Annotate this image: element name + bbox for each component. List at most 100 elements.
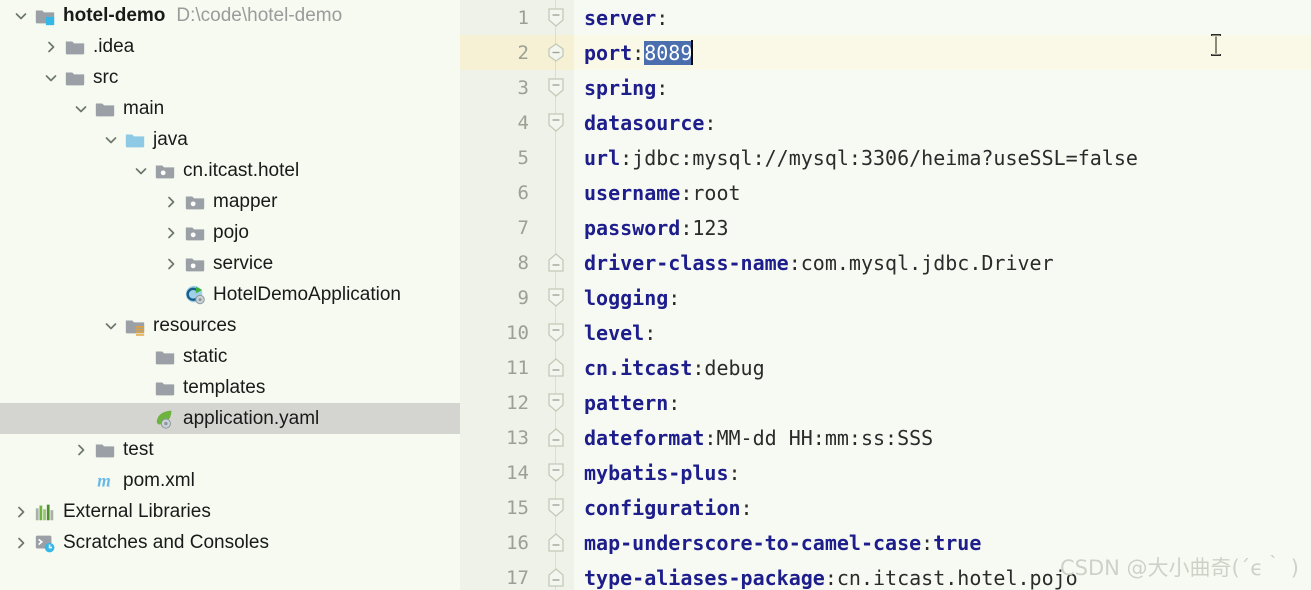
code-text[interactable]: type-aliases-package: cn.itcast.hotel.po… — [574, 560, 1311, 590]
maven-icon: m — [92, 470, 118, 492]
fold-start-icon[interactable] — [538, 280, 574, 315]
tree-spacer — [160, 284, 182, 306]
tree-item-templates[interactable]: templates — [0, 372, 460, 403]
fold-start-icon[interactable] — [538, 385, 574, 420]
tree-item-label: cn.itcast.hotel — [183, 161, 299, 180]
chevron-down-icon[interactable] — [40, 67, 62, 89]
tree-item-mapper[interactable]: mapper — [0, 186, 460, 217]
code-text[interactable]: level: — [574, 315, 1311, 350]
chevron-down-icon[interactable] — [100, 315, 122, 337]
fold-start-icon[interactable] — [538, 0, 574, 35]
tree-item-label: test — [123, 440, 154, 459]
tree-spacer — [130, 408, 152, 430]
fold-start-icon[interactable] — [538, 70, 574, 105]
tree-item-label: resources — [153, 316, 236, 335]
fold-end-icon[interactable] — [538, 525, 574, 560]
code-text[interactable]: port: 8089 — [574, 35, 1311, 70]
line-number: 15 — [460, 490, 538, 525]
code-line[interactable]: 6 username: root — [460, 175, 1311, 210]
tree-spacer — [70, 470, 92, 492]
tree-item-service[interactable]: service — [0, 248, 460, 279]
tree-item-main[interactable]: main — [0, 93, 460, 124]
fold-start-icon[interactable] — [538, 315, 574, 350]
chevron-right-icon[interactable] — [160, 222, 182, 244]
fold-gutter — [538, 175, 574, 210]
fold-end-icon[interactable] — [538, 350, 574, 385]
code-line[interactable]: 4 datasource: — [460, 105, 1311, 140]
chevron-down-icon[interactable] — [10, 5, 32, 27]
code-text[interactable]: server: — [574, 0, 1311, 35]
code-text[interactable]: pattern: — [574, 385, 1311, 420]
code-text[interactable]: password: 123 — [574, 210, 1311, 245]
tree-item-cn-itcast-hotel[interactable]: cn.itcast.hotel — [0, 155, 460, 186]
tree-item-scratches-and-consoles[interactable]: Scratches and Consoles — [0, 527, 460, 558]
code-line[interactable]: 7 password: 123 — [460, 210, 1311, 245]
chevron-right-icon[interactable] — [10, 501, 32, 523]
code-text[interactable]: datasource: — [574, 105, 1311, 140]
tree-item-src[interactable]: src — [0, 62, 460, 93]
tree-item-java[interactable]: java — [0, 124, 460, 155]
code-line[interactable]: 14 mybatis-plus: — [460, 455, 1311, 490]
text-caret — [691, 40, 693, 65]
code-line[interactable]: 8 driver-class-name: com.mysql.jdbc.Driv… — [460, 245, 1311, 280]
code-editor[interactable]: 1 server:2 port: 80893spring:4 datasource… — [460, 0, 1311, 590]
code-line[interactable]: 15 configuration: — [460, 490, 1311, 525]
fold-start-icon[interactable] — [538, 105, 574, 140]
code-line[interactable]: 1 server: — [460, 0, 1311, 35]
tree-spacer — [130, 346, 152, 368]
chevron-right-icon[interactable] — [10, 532, 32, 554]
line-number: 1 — [460, 0, 538, 35]
tree-item-hoteldemoapplication[interactable]: HotelDemoApplication — [0, 279, 460, 310]
code-line[interactable]: 10 level: — [460, 315, 1311, 350]
code-line[interactable]: 17 type-aliases-package: cn.itcast.hotel… — [460, 560, 1311, 590]
tree-item-external-libraries[interactable]: External Libraries — [0, 496, 460, 527]
code-text[interactable]: url: jdbc:mysql://mysql:3306/heima?useSS… — [574, 140, 1311, 175]
fold-start-icon[interactable] — [538, 490, 574, 525]
chevron-right-icon[interactable] — [40, 36, 62, 58]
fold-both-icon[interactable] — [538, 35, 574, 70]
tree-item-pojo[interactable]: pojo — [0, 217, 460, 248]
tree-item-label: HotelDemoApplication — [213, 285, 401, 304]
code-line[interactable]: 11 cn.itcast: debug — [460, 350, 1311, 385]
code-line[interactable]: 5 url: jdbc:mysql://mysql:3306/heima?use… — [460, 140, 1311, 175]
code-lines[interactable]: 1 server:2 port: 80893spring:4 datasource… — [460, 0, 1311, 590]
fold-end-icon[interactable] — [538, 560, 574, 590]
code-text[interactable]: username: root — [574, 175, 1311, 210]
fold-end-icon[interactable] — [538, 420, 574, 455]
line-number: 14 — [460, 455, 538, 490]
chevron-right-icon[interactable] — [160, 191, 182, 213]
tree-item-static[interactable]: static — [0, 341, 460, 372]
chevron-down-icon[interactable] — [70, 98, 92, 120]
code-text[interactable]: mybatis-plus: — [574, 455, 1311, 490]
code-line[interactable]: 2 port: 8089 — [460, 35, 1311, 70]
code-text[interactable]: logging: — [574, 280, 1311, 315]
chevron-down-icon[interactable] — [130, 160, 152, 182]
chevron-right-icon[interactable] — [70, 439, 92, 461]
code-text[interactable]: spring: — [574, 70, 1311, 105]
code-text[interactable]: map-underscore-to-camel-case: true — [574, 525, 1311, 560]
chevron-right-icon[interactable] — [160, 253, 182, 275]
code-line[interactable]: 16 map-underscore-to-camel-case: true — [460, 525, 1311, 560]
line-number: 12 — [460, 385, 538, 420]
tree-item-hotel-demo[interactable]: hotel-demoD:\code\hotel-demo — [0, 0, 460, 31]
code-text[interactable]: dateformat: MM-dd HH:mm:ss:SSS — [574, 420, 1311, 455]
fold-start-icon[interactable] — [538, 455, 574, 490]
chevron-down-icon[interactable] — [100, 129, 122, 151]
fold-end-icon[interactable] — [538, 245, 574, 280]
line-number: 17 — [460, 560, 538, 590]
tree-item-pom-xml[interactable]: mpom.xml — [0, 465, 460, 496]
tree-item-application-yaml[interactable]: application.yaml — [0, 403, 460, 434]
tree-item-test[interactable]: test — [0, 434, 460, 465]
code-text[interactable]: cn.itcast: debug — [574, 350, 1311, 385]
code-line[interactable]: 3spring: — [460, 70, 1311, 105]
code-line[interactable]: 12 pattern: — [460, 385, 1311, 420]
code-line[interactable]: 13 dateformat: MM-dd HH:mm:ss:SSS — [460, 420, 1311, 455]
tree-item-label: External Libraries — [63, 502, 211, 521]
project-tree-panel[interactable]: hotel-demoD:\code\hotel-demo.ideasrcmain… — [0, 0, 460, 590]
code-line[interactable]: 9logging: — [460, 280, 1311, 315]
code-text[interactable]: configuration: — [574, 490, 1311, 525]
tree-item-resources[interactable]: resources — [0, 310, 460, 341]
tree-item-idea[interactable]: .idea — [0, 31, 460, 62]
code-text[interactable]: driver-class-name: com.mysql.jdbc.Driver — [574, 245, 1311, 280]
line-number: 13 — [460, 420, 538, 455]
